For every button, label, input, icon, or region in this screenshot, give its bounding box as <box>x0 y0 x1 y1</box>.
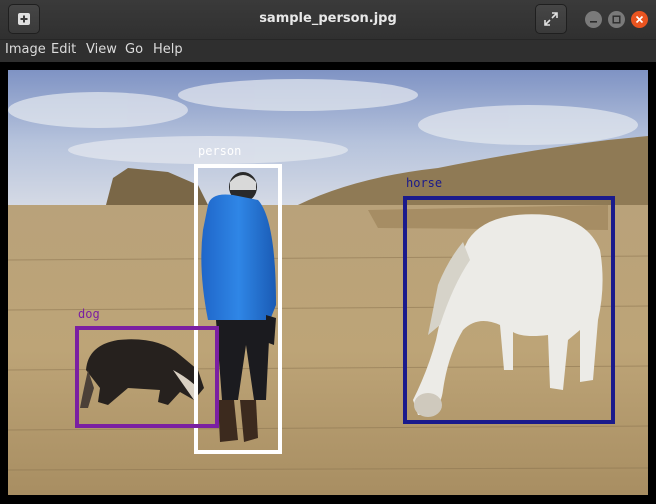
menu-edit[interactable]: Edit <box>51 42 76 57</box>
image-viewport[interactable]: person horse dog <box>0 62 656 504</box>
bbox-label-dog: dog <box>78 307 100 321</box>
menu-image[interactable]: Image <box>5 42 46 57</box>
menu-help[interactable]: Help <box>153 42 183 57</box>
maximize-button[interactable] <box>608 11 625 28</box>
menu-view[interactable]: View <box>86 42 117 57</box>
fullscreen-icon <box>544 12 558 26</box>
title-bar: sample_person.jpg <box>0 0 656 40</box>
close-icon <box>635 15 644 24</box>
minimize-button[interactable] <box>585 11 602 28</box>
minimize-icon <box>590 21 597 23</box>
bbox-label-person: person <box>198 144 241 158</box>
photo: person horse dog <box>8 70 648 495</box>
close-button[interactable] <box>631 11 648 28</box>
photo-scene: person horse dog <box>8 70 648 495</box>
menu-go[interactable]: Go <box>125 42 143 57</box>
fullscreen-button[interactable] <box>535 4 567 34</box>
new-image-button[interactable] <box>8 4 40 34</box>
new-image-icon <box>18 13 30 25</box>
menu-bar: Image Edit View Go Help <box>0 40 656 62</box>
maximize-icon <box>612 15 621 24</box>
bbox-label-horse: horse <box>406 176 442 190</box>
